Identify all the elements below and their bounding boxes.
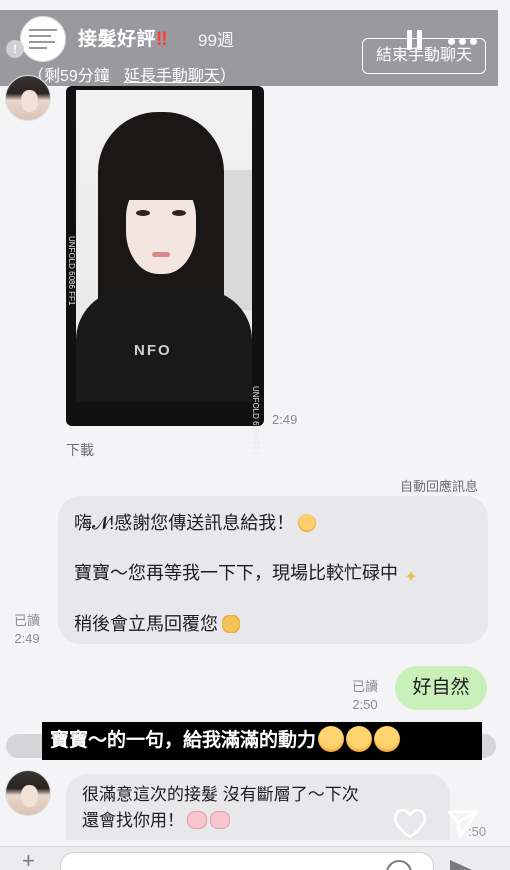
blush-emoji-icon — [298, 514, 317, 532]
plus-icon[interactable]: + — [22, 850, 35, 870]
sender-avatar[interactable] — [5, 770, 51, 816]
send-arrow-icon[interactable] — [450, 860, 472, 870]
outgoing-message-bubble: 好自然 — [395, 666, 487, 710]
story-title: 接髮好評‼ — [78, 29, 168, 50]
photo-message[interactable]: NFO UNFOLD 6086 FF1 UNFOLD 6086 FF1 — [66, 86, 264, 455]
bunny-emoji-icon — [210, 811, 230, 829]
hug-emoji-icon — [374, 726, 401, 752]
hug-emoji-icon — [346, 726, 373, 752]
end-manual-chat-button[interactable]: 結束手動聊天 — [362, 38, 486, 74]
film-edge-text: UNFOLD 6086 FF1 — [67, 236, 76, 306]
heart-icon[interactable] — [392, 806, 428, 840]
bunny-emoji-icon — [187, 811, 207, 829]
remaining-time: （剩59分鐘 延長手動聊天） — [28, 68, 236, 85]
auto-reply-bubble: 嗨𝓝!感謝您傳送訊息給我！ 寶寶～您再等我一下下，現場比較忙碌中 ✦ 稍後會立馬回… — [58, 496, 488, 644]
message-input[interactable] — [60, 852, 434, 870]
photo-shirt-text: NFO — [134, 342, 172, 359]
sparkle-emoji-icon: ✦ — [404, 569, 418, 586]
heart-hands-emoji-icon — [222, 615, 240, 633]
auto-reply-label: 自動回應訊息 — [400, 479, 479, 494]
hug-emoji-icon — [318, 726, 345, 752]
info-icon[interactable]: ! — [6, 40, 24, 58]
send-icon[interactable] — [446, 806, 480, 840]
film-edge-text: UNFOLD 6086 FF1 — [251, 386, 260, 456]
photo-timestamp: 2:49 — [272, 412, 298, 427]
extend-chat-link[interactable]: 延長手動聊天 — [124, 68, 220, 85]
read-receipt: 已讀 2:49 — [14, 613, 41, 646]
story-time-ago: 99週 — [198, 31, 234, 50]
story-avatar[interactable] — [20, 16, 66, 62]
download-link[interactable]: 下載 — [66, 440, 94, 460]
sender-avatar[interactable] — [5, 75, 51, 121]
story-header: 接髮好評‼ 99週 結束手動聊天 （剩59分鐘 延長手動聊天） — [0, 10, 498, 86]
read-receipt: 已讀 2:50 — [352, 679, 379, 712]
story-caption: 寶寶～的一句，給我滿滿的動力 — [42, 722, 482, 760]
